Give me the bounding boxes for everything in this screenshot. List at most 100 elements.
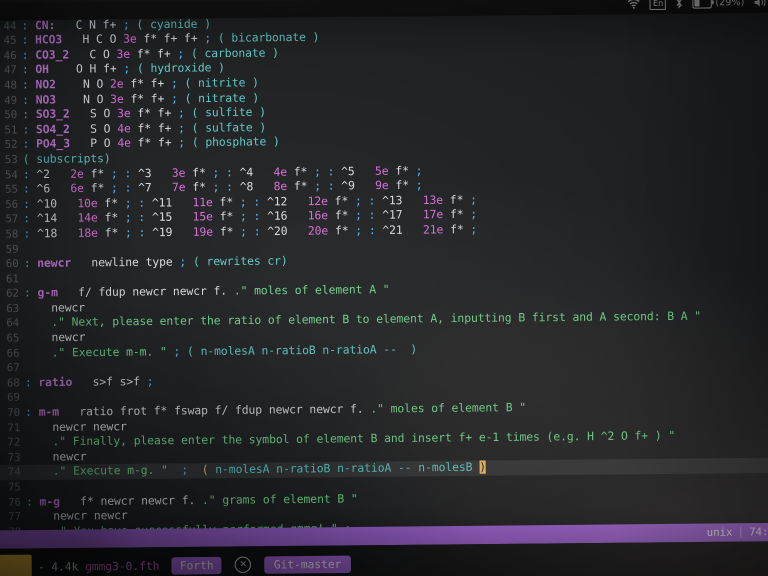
line-number: 74 [7,466,21,479]
line-number: 53 [4,153,18,167]
code-token: ." moles of element A " [233,283,390,298]
vcs-branch-chip[interactable]: Git-master [264,555,351,574]
battery-percent-label: (29%) [715,0,745,8]
battery-indicator[interactable]: (29%) [692,0,745,9]
code-token: ^4 [239,165,254,179]
code-text: : CO3_2 C O 3e f* f+ ; ( carbonate ) [22,46,279,63]
code-token: f* f+ [130,136,179,151]
code-token: m-m [38,405,60,419]
code-token: 4e [273,165,288,179]
line-number: 63 [6,302,20,315]
code-token: ^14 [36,211,58,226]
code-token: f* [443,207,471,222]
code-token: ( sulfate ) [184,120,267,135]
code-token: newcr newcr [26,508,128,524]
code-text: newcr newcr [25,420,127,436]
code-token: ; [415,178,423,192]
code-token: ^7 [138,181,152,195]
volume-icon[interactable] [754,0,767,8]
file-size-label: 4.4k [51,559,79,574]
code-token: 19e [192,225,214,239]
code-token: 4e [117,136,131,151]
code-token: ( carbonate ) [184,46,279,61]
code-token: g-m [37,286,58,300]
line-number: 54 [4,168,18,181]
code-text: : ratio s>f s>f ; [25,375,154,391]
code-token: ( cyanide ) [129,16,212,31]
line-number: 68 [6,377,20,390]
code-token: ^13 [381,193,403,208]
line-number: 72 [7,436,21,449]
code-token: m-g [39,494,60,509]
line-number: 50 [4,109,18,122]
code-token: ( nitrate ) [177,90,260,105]
code-token: ^18 [36,226,58,241]
code-token: 13e [422,193,444,207]
code-token: ( sulfite ) [184,105,267,120]
code-token: f* f+ [130,106,179,121]
line-number: 44 [3,19,17,33]
code-token: 7e [171,180,186,195]
modeline-cursor-position: 74:6 [749,525,768,539]
text-cursor: ) [479,460,487,475]
input-method-label: En [649,0,667,10]
code-token: CO3_2 [35,48,70,62]
line-number: 46 [3,49,17,62]
bluetooth-icon[interactable] [675,0,683,9]
code-token: 3e [171,166,186,180]
code-buffer[interactable]: 43: C2H3O2 C H O 2e f* fswap 3e f* frot … [0,0,768,576]
code-token: ; [470,207,478,222]
buffer-info: - 4.4k gmmg3-0.fth [38,559,160,573]
line-number: 69 [7,391,20,405]
line-number: 47 [3,64,17,77]
code-text: ( subscripts) [23,152,111,168]
code-token: n-molesA n-ratioB n-ratioA -- n-molesB [208,460,480,477]
laptop-screen-photo: En (29%) 43: C2H3O2 C H O 2e f* fswap [0,0,768,576]
code-token: 2e [70,166,84,181]
line-number: 56 [5,198,19,211]
code-token: 21e [422,223,444,237]
code-token: s>f s>f [72,374,147,389]
code-token: 4e [117,121,131,136]
code-token: f* f+ f+ [136,31,205,46]
code-token: ( phosphate ) [184,135,280,150]
line-number: 49 [4,94,18,107]
code-token: ; [415,163,423,178]
code-token: ( subscripts) [22,151,111,166]
code-token: f* newcr newcr f. [59,493,203,508]
code-token: newcr [24,300,86,315]
code-token: f* [442,193,471,207]
code-token: C O [69,47,117,62]
code-token: HCO3 [35,33,63,47]
code-token: f* [83,166,111,181]
line-number: 55 [5,183,18,196]
circled-x-icon[interactable]: ✕ [234,556,252,574]
code-token: ^17 [382,208,403,223]
modeline-separator: | [737,526,745,539]
code-token: S O [69,121,118,136]
wifi-icon[interactable] [627,0,641,9]
code-text: : newcr newline type ; ( rewrites cr) [24,254,288,271]
code-token: 8e [273,179,288,194]
line-number: 58 [5,228,19,241]
battery-icon [692,0,713,9]
code-token: f* [185,165,213,180]
code-token: 18e [77,226,98,240]
code-text: newcr newcr [26,509,128,525]
input-method-indicator[interactable]: En [649,0,667,10]
major-mode-chip[interactable]: Forth [171,556,222,575]
code-token: 5e [374,164,389,178]
code-token: NO2 [35,77,56,92]
